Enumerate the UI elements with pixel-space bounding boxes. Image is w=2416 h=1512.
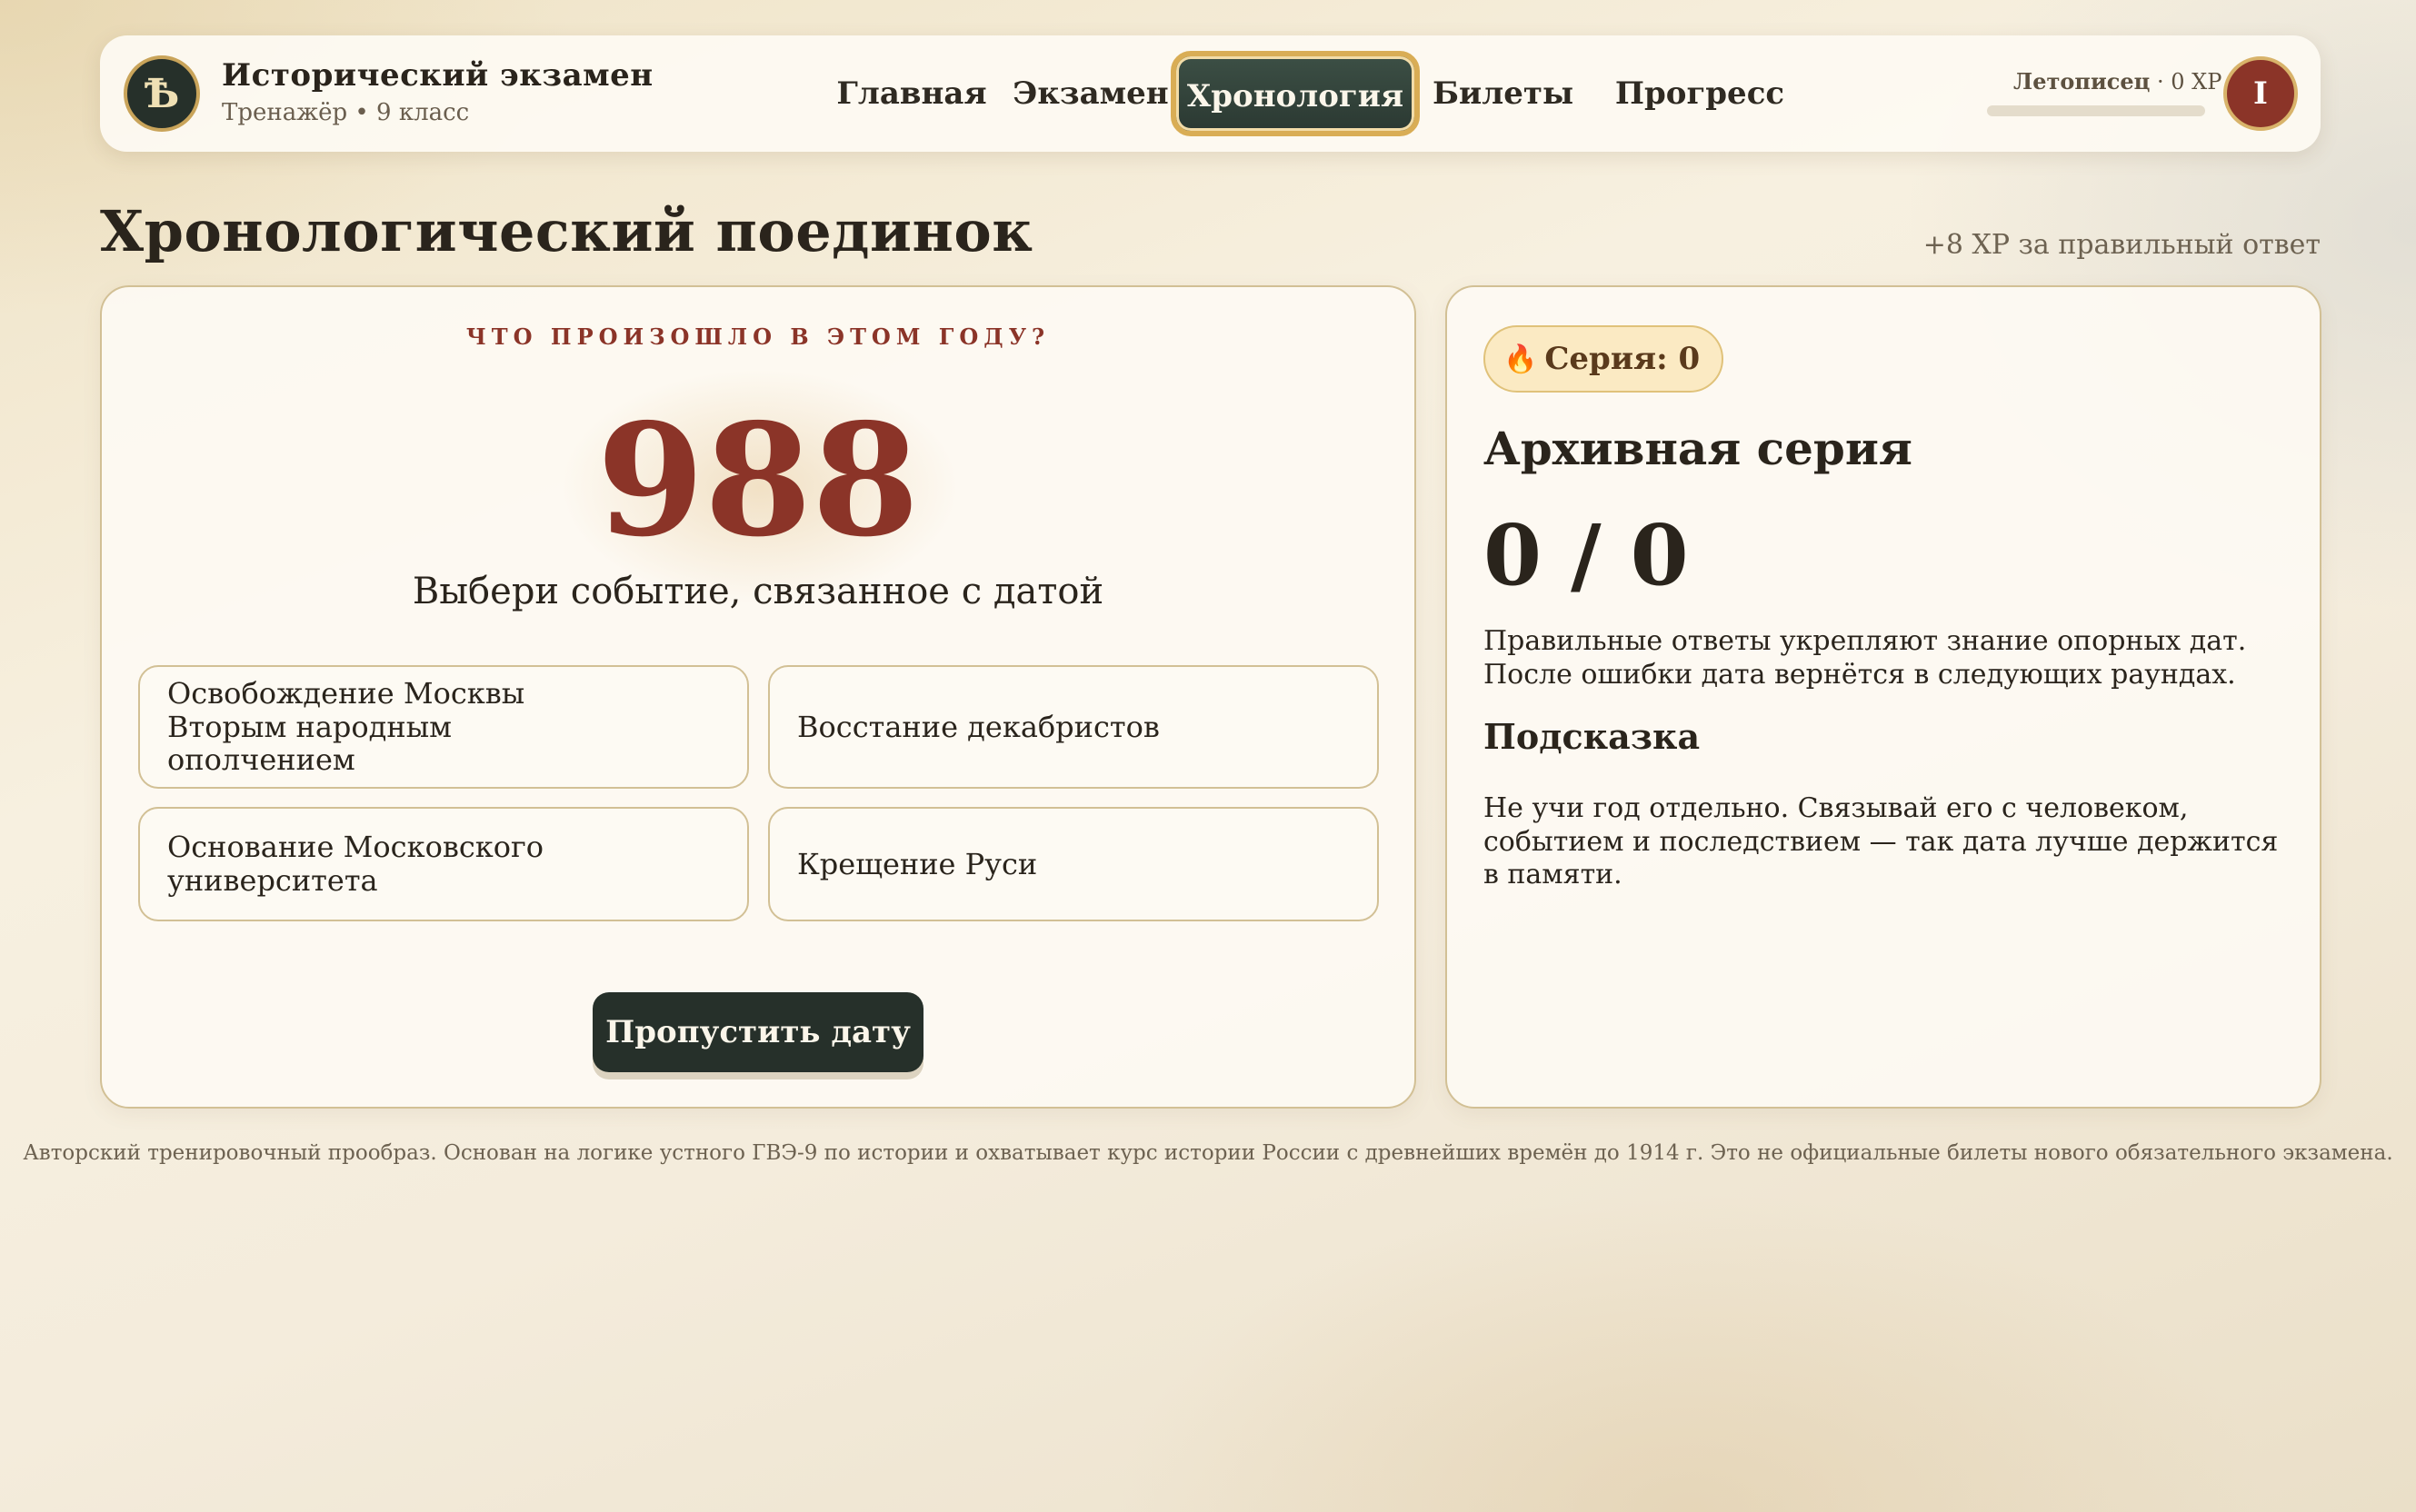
quiz-instruction: Выбери событие, связанное с датой (412, 571, 1104, 612)
answer-option[interactable]: Крещение Руси (768, 807, 1379, 921)
nav-item-progress[interactable]: Прогресс (1609, 57, 1791, 130)
question-label: ЧТО ПРОИЗОШЛО В ЭТОМ ГОДУ? (465, 323, 1051, 350)
series-description: Правильные ответы укрепляют знание опорн… (1483, 625, 2247, 691)
archive-series-title: Архивная серия (1483, 422, 1912, 475)
answer-option-label: Основание Московского университета (167, 830, 544, 898)
main-nav: Главная Экзамен Хронология Билеты Прогре… (100, 35, 2321, 152)
page-title: Хронологический поединок (100, 198, 1033, 264)
top-navigation-bar: Ѣ Исторический экзамен Тренажёр • 9 клас… (100, 35, 2321, 152)
skip-date-button[interactable]: Пропустить дату (593, 992, 923, 1072)
xp-reward-hint: +8 XP за правильный ответ (1922, 229, 2321, 261)
score-display: 0 / 0 (1483, 506, 1689, 604)
streak-badge: 🔥 Серия: 0 (1483, 325, 1724, 393)
answer-option[interactable]: Восстание декабристов (768, 665, 1379, 789)
hint-title: Подсказка (1483, 716, 1701, 757)
user-rank: Летописец · 0 XP (2013, 68, 2221, 94)
nav-item-tickets[interactable]: Билеты (1433, 57, 1573, 130)
answer-option-label: Крещение Руси (797, 846, 1038, 881)
user-xp: · 0 XP (2150, 69, 2222, 94)
streak-label: Серия: 0 (1544, 341, 1701, 377)
xp-progress-bar (1987, 105, 2205, 116)
fire-icon: 🔥 (1503, 343, 1538, 375)
user-rank-label: Летописец (2013, 68, 2151, 94)
answer-option-label: Освобождение Москвы Вторым народным опол… (167, 675, 525, 778)
nav-item-home[interactable]: Главная (827, 57, 996, 130)
hint-text: Не учи год отдельно. Связывай его с чело… (1483, 792, 2279, 891)
streak-panel: 🔥 Серия: 0 Архивная серия 0 / 0 Правильн… (1445, 285, 2321, 1109)
quiz-card: ЧТО ПРОИЗОШЛО В ЭТОМ ГОДУ? 988 Выбери со… (100, 285, 1416, 1109)
avatar[interactable]: I (2223, 56, 2298, 131)
answer-option[interactable]: Освобождение Москвы Вторым народным опол… (138, 665, 749, 789)
nav-item-chronology[interactable]: Хронология (1171, 51, 1420, 136)
year-display: 988 (596, 390, 920, 572)
nav-item-exam[interactable]: Экзамен (1009, 57, 1173, 130)
disclaimer-footer: Авторский тренировочный прообраз. Основа… (23, 1141, 2393, 1165)
answer-option[interactable]: Основание Московского университета (138, 807, 749, 921)
answer-option-label: Восстание декабристов (797, 709, 1160, 744)
